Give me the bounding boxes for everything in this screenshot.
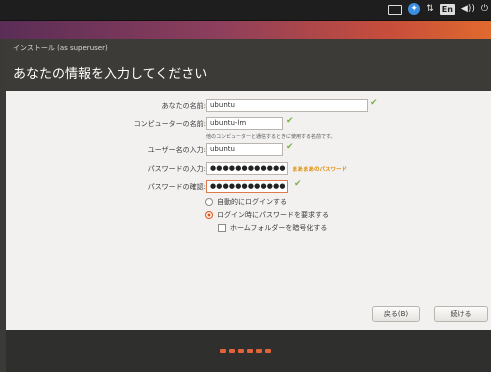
name-field[interactable]: ubuntu — [206, 99, 368, 112]
confirm-password-valid-check-icon: ✔ — [294, 179, 302, 189]
encrypt-home-checkbox[interactable] — [218, 224, 226, 232]
progress-dot — [229, 349, 235, 353]
progress-dot — [220, 349, 226, 353]
auto-login-radio[interactable] — [205, 198, 213, 206]
language-icon[interactable]: En — [439, 3, 455, 15]
password-field[interactable]: ●●●●●●●●●●●● — [206, 162, 288, 175]
desktop-wallpaper — [0, 21, 491, 39]
computer-name-valid-check-icon: ✔ — [286, 116, 294, 126]
password-label: パスワードの入力: — [147, 165, 206, 173]
installer-footer — [6, 330, 491, 372]
auto-login-label[interactable]: 自動的にログインする — [217, 197, 287, 207]
page-title: あなたの情報を入力してください — [13, 67, 208, 82]
username-label: ユーザー名の入力: — [147, 146, 206, 154]
username-field[interactable]: ubuntu — [206, 143, 283, 156]
name-label: あなたの名前: — [161, 102, 206, 110]
confirm-password-label: パスワードの確認: — [147, 183, 206, 191]
window-title: インストール (as superuser) — [13, 44, 108, 52]
system-tray: ✦ ⇅ En ◀)) ⏻ — [388, 3, 488, 15]
continue-button[interactable]: 続ける — [434, 306, 488, 322]
installer-window: インストール (as superuser) あなたの情報を入力してください あな… — [6, 39, 491, 372]
confirm-password-field[interactable]: ●●●●●●●●●●●● — [206, 180, 288, 193]
accessibility-icon[interactable]: ✦ — [408, 3, 421, 15]
progress-dot — [265, 349, 271, 353]
power-icon[interactable]: ⏻ — [481, 3, 488, 15]
name-valid-check-icon: ✔ — [370, 98, 378, 108]
network-icon[interactable]: ⇅ — [426, 3, 434, 15]
progress-dots — [220, 349, 271, 353]
system-top-bar: ✦ ⇅ En ◀)) ⏻ — [0, 0, 491, 21]
back-button[interactable]: 戻る(B) — [372, 306, 420, 322]
require-password-radio[interactable] — [205, 211, 213, 219]
require-password-label[interactable]: ログイン時にパスワードを要求する — [217, 210, 329, 220]
progress-dot — [238, 349, 244, 353]
username-valid-check-icon: ✔ — [286, 142, 294, 152]
volume-icon[interactable]: ◀)) — [461, 3, 475, 15]
keyboard-icon[interactable] — [388, 4, 403, 15]
window-header: インストール (as superuser) あなたの情報を入力してください — [6, 39, 491, 91]
progress-dot — [256, 349, 262, 353]
password-strength-text: まあまあのパスワード — [292, 167, 348, 173]
computer-name-label: コンピューターの名前: — [133, 120, 206, 128]
encrypt-home-label[interactable]: ホームフォルダーを暗号化する — [230, 223, 327, 233]
computer-name-field[interactable]: ubuntu-lm — [206, 117, 283, 130]
progress-dot — [247, 349, 253, 353]
computer-name-hint: 他のコンピューターと通信するときに使用する名前です。 — [206, 134, 336, 140]
